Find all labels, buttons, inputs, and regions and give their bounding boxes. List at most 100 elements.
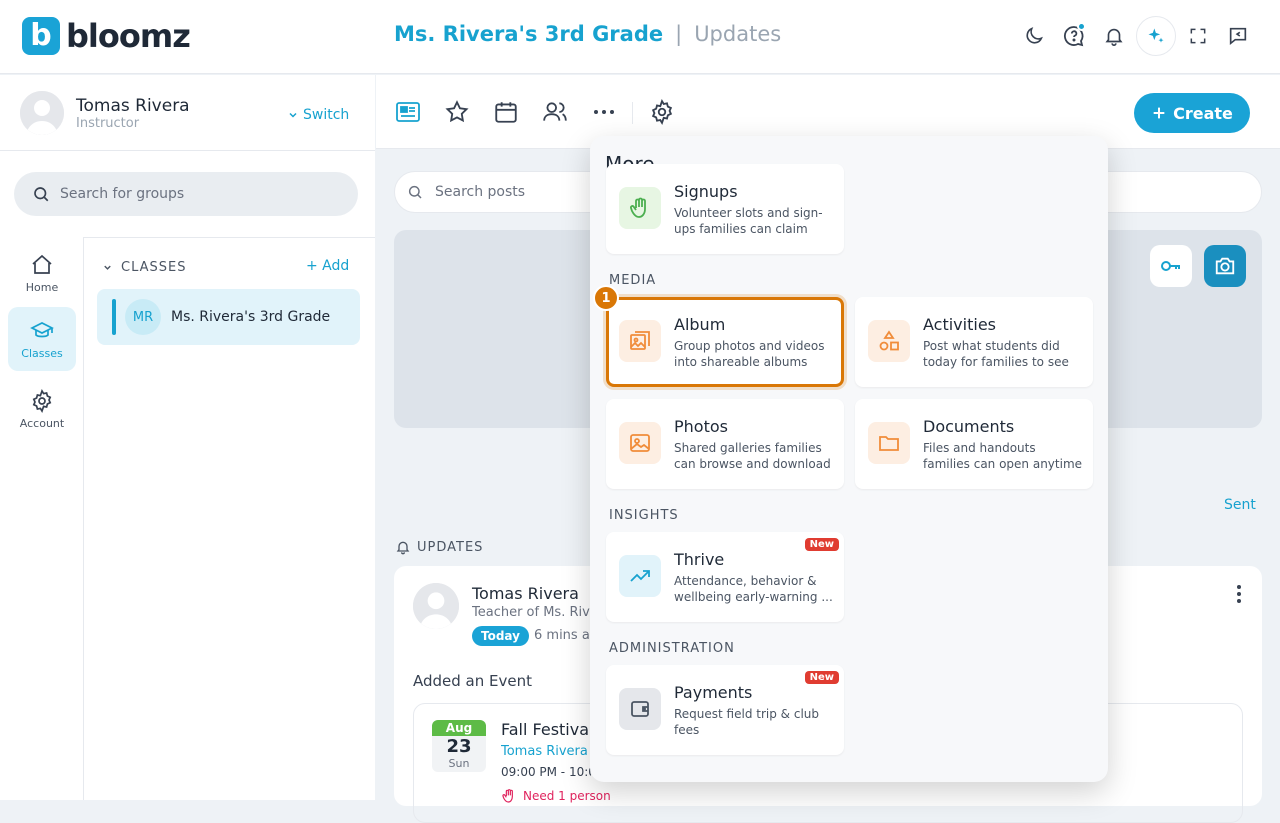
- post-action-text: Added an Event: [413, 672, 532, 690]
- more-menu-popover: More Signups Volunteer slots and sign-up…: [590, 136, 1108, 782]
- heading-class-name[interactable]: Ms. Rivera's 3rd Grade: [394, 22, 663, 46]
- updates-header: UPDATES: [395, 539, 483, 555]
- payments-title: Payments: [674, 683, 753, 702]
- page-heading: Ms. Rivera's 3rd Grade | Updates: [394, 22, 781, 46]
- class-item-name: Ms. Rivera's 3rd Grade: [171, 309, 331, 325]
- search-icon: [408, 185, 422, 199]
- moon-icon[interactable]: [1014, 16, 1054, 56]
- nav-account[interactable]: Account: [8, 377, 76, 441]
- sparkle-icon[interactable]: [1136, 16, 1176, 56]
- nav-home[interactable]: Home: [8, 241, 76, 305]
- updates-feed-icon[interactable]: [392, 96, 424, 128]
- album-description: Group photos and videos into shareable a…: [674, 339, 825, 369]
- nav-classes-label: Classes: [21, 346, 63, 360]
- sidebar: Search for groups Home Classes Account C…: [0, 151, 375, 800]
- top-icon-bar: [1014, 16, 1258, 56]
- key-icon[interactable]: [1150, 245, 1192, 287]
- classes-header-label: CLASSES: [121, 260, 187, 275]
- wallet-icon: [619, 688, 661, 730]
- classes-header[interactable]: CLASSES: [102, 260, 186, 275]
- bloomz-logo[interactable]: b bloomz: [22, 17, 191, 55]
- add-class-button[interactable]: + Add: [306, 258, 349, 274]
- bell-icon: [396, 541, 410, 555]
- sent-link[interactable]: Sent: [1224, 497, 1256, 513]
- signups-title: Signups: [674, 182, 738, 201]
- gear-icon: [32, 388, 52, 413]
- more-dots-icon[interactable]: [588, 96, 620, 128]
- album-tile[interactable]: Album Group photos and videos into share…: [606, 297, 844, 387]
- active-indicator: [112, 299, 116, 335]
- people-icon[interactable]: [539, 96, 571, 128]
- photos-title: Photos: [674, 417, 728, 436]
- post-author-subtitle: Teacher of Ms. Rive: [472, 605, 592, 620]
- hand-icon: [502, 789, 513, 803]
- step-number-badge: 1: [593, 285, 619, 311]
- help-chat-icon[interactable]: [1054, 16, 1094, 56]
- documents-description: Files and handouts families can open any…: [923, 441, 1083, 471]
- nav-classes[interactable]: Classes: [8, 307, 76, 371]
- nav-account-label: Account: [19, 416, 65, 430]
- chevron-down-icon: [104, 265, 111, 270]
- documents-tile[interactable]: Documents Files and handouts families ca…: [855, 399, 1093, 489]
- post-timestamp: 6 mins ag: [534, 628, 594, 643]
- updates-header-label: UPDATES: [417, 539, 484, 555]
- notification-dot: [1077, 22, 1086, 31]
- payments-tile[interactable]: Payments Request field trip & club fees …: [606, 665, 844, 755]
- switch-button[interactable]: Switch: [287, 107, 349, 123]
- camera-icon[interactable]: [1204, 245, 1246, 287]
- groups-panel: CLASSES + Add MR Ms. Rivera's 3rd Grade: [84, 237, 375, 800]
- new-badge: New: [804, 538, 839, 551]
- create-button[interactable]: Create: [1134, 93, 1250, 133]
- thrive-description: Attendance, behavior & wellbeing early-w…: [674, 574, 833, 604]
- calendar-icon[interactable]: [490, 96, 522, 128]
- new-badge: New: [804, 671, 839, 684]
- thrive-tile[interactable]: Thrive Attendance, behavior & wellbeing …: [606, 532, 844, 622]
- class-initials-avatar: MR: [125, 299, 161, 335]
- nav-rail: Home Classes Account: [0, 237, 84, 800]
- chevron-down-icon: [289, 112, 297, 118]
- logo-mark: b: [22, 17, 60, 55]
- event-day: 23: [446, 736, 472, 757]
- settings-icon[interactable]: [646, 96, 678, 128]
- post-author[interactable]: Tomas Rivera: [472, 584, 579, 603]
- avatar[interactable]: [20, 91, 64, 135]
- nav-home-label: Home: [25, 280, 59, 294]
- heading-separator: |: [675, 22, 683, 46]
- profile-name: Tomas Rivera: [76, 96, 190, 116]
- photos-tile[interactable]: Photos Shared galleries families can bro…: [606, 399, 844, 489]
- top-bar: b bloomz Ms. Rivera's 3rd Grade | Update…: [0, 0, 1280, 74]
- album-title: Album: [674, 315, 726, 334]
- administration-section-label: ADMINISTRATION: [609, 641, 735, 656]
- event-month: Aug: [432, 720, 486, 736]
- thrive-title: Thrive: [674, 550, 725, 569]
- class-item[interactable]: MR Ms. Rivera's 3rd Grade: [97, 289, 360, 345]
- search-groups-input[interactable]: Search for groups: [14, 172, 358, 216]
- logo-text: bloomz: [66, 17, 191, 55]
- today-badge: Today: [472, 626, 529, 646]
- bell-icon[interactable]: [1094, 16, 1134, 56]
- fullscreen-icon[interactable]: [1178, 16, 1218, 56]
- documents-title: Documents: [923, 417, 1015, 436]
- event-volunteer-need[interactable]: Need 1 person: [501, 788, 611, 804]
- payments-description: Request field trip & club fees: [674, 707, 819, 737]
- event-time: 09:00 PM - 10:0: [501, 765, 591, 779]
- photos-description: Shared galleries families can browse and…: [674, 441, 831, 471]
- signups-tile[interactable]: Signups Volunteer slots and sign-ups fam…: [606, 164, 844, 254]
- star-icon[interactable]: [441, 96, 473, 128]
- feedback-icon[interactable]: [1218, 16, 1258, 56]
- shapes-icon: [868, 320, 910, 362]
- event-host[interactable]: Tomas Rivera (: [501, 744, 591, 759]
- search-icon: [34, 187, 49, 202]
- graduation-cap-icon: [30, 321, 54, 337]
- profile-role: Instructor: [76, 116, 140, 131]
- hand-icon: [619, 187, 661, 229]
- avatar[interactable]: [413, 583, 459, 629]
- event-title: Fall Festival: [501, 720, 594, 739]
- switch-label: Switch: [303, 107, 350, 123]
- kebab-menu-icon[interactable]: [1236, 584, 1242, 604]
- activities-tile[interactable]: Activities Post what students did today …: [855, 297, 1093, 387]
- image-icon: [619, 422, 661, 464]
- search-posts-placeholder: Search posts: [435, 184, 526, 200]
- insights-section-label: INSIGHTS: [609, 508, 679, 523]
- search-groups-placeholder: Search for groups: [60, 186, 185, 202]
